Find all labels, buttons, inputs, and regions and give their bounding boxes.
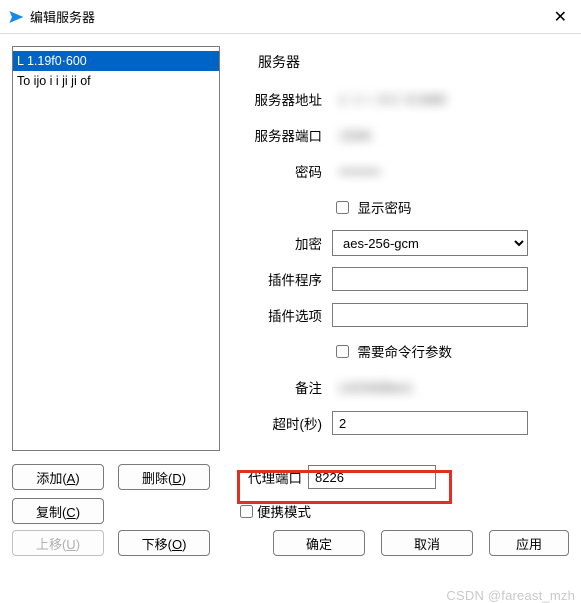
label-proxy-port: 代理端口 bbox=[236, 467, 308, 487]
titlebar: 编辑服务器 ✕ bbox=[0, 0, 581, 34]
ok-button[interactable]: 确定 bbox=[273, 530, 365, 556]
portable-checkbox[interactable] bbox=[240, 505, 253, 518]
password-input[interactable] bbox=[332, 159, 528, 183]
label-server-addr: 服务器地址 bbox=[236, 89, 332, 109]
label-password: 密码 bbox=[236, 161, 332, 181]
encrypt-select[interactable]: aes-256-gcm bbox=[332, 230, 528, 256]
add-button[interactable]: 添加(A) bbox=[12, 464, 104, 490]
plugin-opt-input[interactable] bbox=[332, 303, 528, 327]
timeout-input[interactable] bbox=[332, 411, 528, 435]
proxy-port-input[interactable] bbox=[308, 465, 436, 489]
label-timeout: 超时(秒) bbox=[236, 413, 332, 433]
server-list[interactable]: L 1.19f0·600 To ijo i i ji ji of bbox=[12, 46, 220, 451]
need-cli-checkbox[interactable] bbox=[336, 345, 349, 358]
move-down-button[interactable]: 下移(O) bbox=[118, 530, 210, 556]
label-plugin: 插件程序 bbox=[236, 269, 332, 289]
label-portable: 便携模式 bbox=[257, 501, 311, 521]
apply-button[interactable]: 应用 bbox=[489, 530, 569, 556]
label-remark: 备注 bbox=[236, 377, 332, 397]
label-show-password: 显示密码 bbox=[357, 201, 411, 216]
list-item[interactable]: L 1.19f0·600 bbox=[13, 51, 219, 71]
cancel-button[interactable]: 取消 bbox=[381, 530, 473, 556]
server-port-input[interactable] bbox=[332, 123, 528, 147]
label-need-cli: 需要命令行参数 bbox=[357, 345, 452, 360]
move-up-button[interactable]: 上移(U) bbox=[12, 530, 104, 556]
label-encrypt: 加密 bbox=[236, 233, 332, 253]
app-icon bbox=[8, 9, 24, 25]
plugin-input[interactable] bbox=[332, 267, 528, 291]
remark-input[interactable] bbox=[332, 375, 528, 399]
label-server-port: 服务器端口 bbox=[236, 125, 332, 145]
delete-button[interactable]: 删除(D) bbox=[118, 464, 210, 490]
copy-button[interactable]: 复制(C) bbox=[12, 498, 104, 524]
group-title: 服务器 bbox=[258, 52, 569, 72]
close-icon[interactable]: ✕ bbox=[548, 7, 573, 27]
label-plugin-opt: 插件选项 bbox=[236, 305, 332, 325]
server-addr-input[interactable] bbox=[332, 87, 528, 111]
list-item[interactable]: To ijo i i ji ji of bbox=[13, 71, 219, 91]
window-title: 编辑服务器 bbox=[30, 7, 95, 26]
show-password-checkbox[interactable] bbox=[336, 201, 349, 214]
